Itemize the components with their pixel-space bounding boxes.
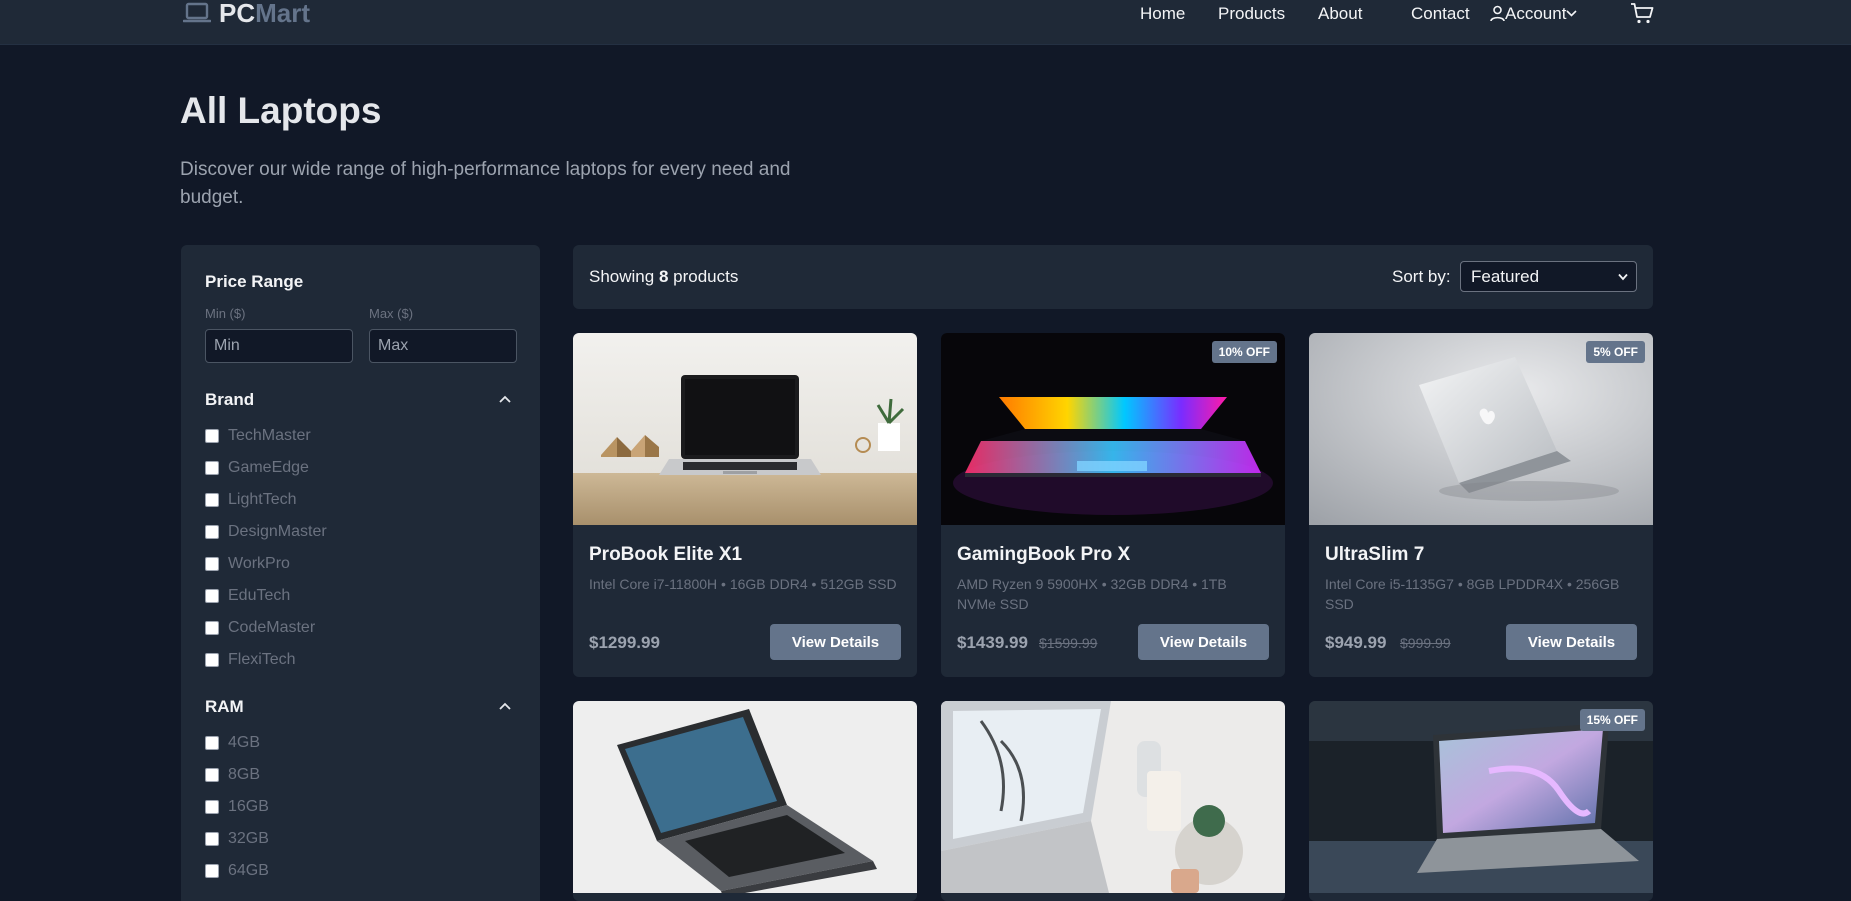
product-price: $1439.99 — [957, 633, 1028, 652]
chevron-up-icon[interactable] — [499, 395, 511, 403]
checkbox[interactable] — [205, 621, 219, 635]
results-count: Showing 8 products — [589, 267, 739, 286]
account-label: Account — [1505, 3, 1567, 23]
product-specs: AMD Ryzen 9 5900HX • 32GB DDR4 • 1TB NVM… — [957, 576, 1227, 612]
nav-link-about[interactable]: About — [1318, 0, 1362, 27]
results-toolbar: Showing 8 products Sort by: Featured — [573, 245, 1653, 309]
brand-option[interactable]: FlexiTech — [205, 650, 296, 670]
brand-option[interactable]: CodeMaster — [205, 618, 315, 638]
checkbox[interactable] — [205, 525, 219, 539]
original-price: $999.99 — [1400, 635, 1451, 651]
product-specs: Intel Core i7-11800H • 16GB DDR4 • 512GB… — [589, 576, 897, 592]
nav-link-products[interactable]: Products — [1218, 0, 1285, 27]
logo-text-mart: Mart — [255, 0, 311, 28]
ram-filter-title[interactable]: RAM — [205, 697, 244, 717]
product-price: $949.99 — [1325, 633, 1387, 652]
logo[interactable]: PCMart — [183, 0, 310, 28]
view-details-button[interactable]: View Details — [1138, 624, 1269, 660]
product-image[interactable] — [941, 701, 1285, 893]
product-card[interactable] — [941, 701, 1285, 901]
ram-option[interactable]: 32GB — [205, 829, 269, 849]
brand-option[interactable]: TechMaster — [205, 426, 311, 446]
brand-option[interactable]: LightTech — [205, 490, 297, 510]
chevron-down-icon — [1566, 10, 1578, 17]
product-image[interactable] — [573, 333, 917, 525]
sort-select[interactable]: Featured — [1460, 261, 1637, 292]
nav-link-home[interactable]: Home — [1140, 0, 1185, 27]
product-card[interactable]: 5% OFF UltraSlim 7 Intel Core i5-1135G7 … — [1309, 333, 1653, 677]
max-price-label: Max ($) — [369, 306, 414, 321]
checkbox[interactable] — [205, 864, 219, 878]
checkbox[interactable] — [205, 736, 219, 750]
chevron-down-icon — [1618, 273, 1628, 281]
checkbox[interactable] — [205, 493, 219, 507]
product-image[interactable]: 15% OFF — [1309, 701, 1653, 893]
page-title: All Laptops — [180, 90, 382, 131]
product-image[interactable]: 5% OFF — [1309, 333, 1653, 525]
brand-option[interactable]: DesignMaster — [205, 522, 327, 542]
product-card[interactable]: 15% OFF — [1309, 701, 1653, 901]
price-range-title: Price Range — [205, 272, 304, 291]
checkbox[interactable] — [205, 800, 219, 814]
product-title[interactable]: GamingBook Pro X — [957, 544, 1130, 566]
checkbox[interactable] — [205, 768, 219, 782]
brand-option[interactable]: GameEdge — [205, 458, 309, 478]
discount-badge: 5% OFF — [1586, 341, 1645, 363]
chevron-up-icon[interactable] — [499, 702, 511, 710]
laptop-icon — [183, 2, 211, 23]
product-specs: Intel Core i5-1135G7 • 8GB LPDDR4X • 256… — [1325, 576, 1620, 612]
checkbox[interactable] — [205, 832, 219, 846]
brand-option[interactable]: WorkPro — [205, 554, 290, 574]
product-image[interactable] — [573, 701, 917, 893]
product-price: $1299.99 — [589, 633, 660, 652]
filter-sidebar: Price Range Min ($) Max ($) Brand TechMa… — [181, 245, 540, 901]
product-card[interactable] — [573, 701, 917, 901]
product-title[interactable]: ProBook Elite X1 — [589, 544, 742, 566]
sort-label: Sort by: — [1392, 267, 1451, 286]
product-card[interactable]: ProBook Elite X1 Intel Core i7-11800H • … — [573, 333, 917, 677]
ram-option[interactable]: 4GB — [205, 733, 260, 753]
discount-badge: 10% OFF — [1211, 341, 1277, 363]
page-subtitle: Discover our wide range of high-performa… — [180, 159, 791, 208]
product-card[interactable]: 10% OFF GamingBook Pro X AMD Ryzen 9 590… — [941, 333, 1285, 677]
view-details-button[interactable]: View Details — [770, 624, 901, 660]
cart-icon[interactable] — [1630, 2, 1654, 24]
min-price-label: Min ($) — [205, 306, 246, 321]
discount-badge: 15% OFF — [1579, 709, 1645, 731]
account-menu[interactable]: Account — [1490, 0, 1578, 27]
ram-option[interactable]: 16GB — [205, 797, 269, 817]
min-price-input[interactable] — [205, 329, 353, 363]
checkbox[interactable] — [205, 429, 219, 443]
nav-link-contact[interactable]: Contact — [1411, 0, 1470, 27]
view-details-button[interactable]: View Details — [1506, 624, 1637, 660]
product-title[interactable]: UltraSlim 7 — [1325, 544, 1424, 566]
product-image[interactable]: 10% OFF — [941, 333, 1285, 525]
original-price: $1599.99 — [1039, 635, 1098, 651]
checkbox[interactable] — [205, 557, 219, 571]
checkbox[interactable] — [205, 589, 219, 603]
checkbox[interactable] — [205, 653, 219, 667]
ram-option[interactable]: 8GB — [205, 765, 260, 785]
max-price-input[interactable] — [369, 329, 517, 363]
brand-option[interactable]: EduTech — [205, 586, 290, 606]
brand-filter-title[interactable]: Brand — [205, 390, 254, 410]
user-icon — [1490, 5, 1505, 22]
logo-text-pc: PC — [219, 0, 256, 28]
ram-option[interactable]: 64GB — [205, 861, 269, 881]
top-navbar: PCMart Home Products About Contact Accou… — [0, 0, 1851, 45]
checkbox[interactable] — [205, 461, 219, 475]
